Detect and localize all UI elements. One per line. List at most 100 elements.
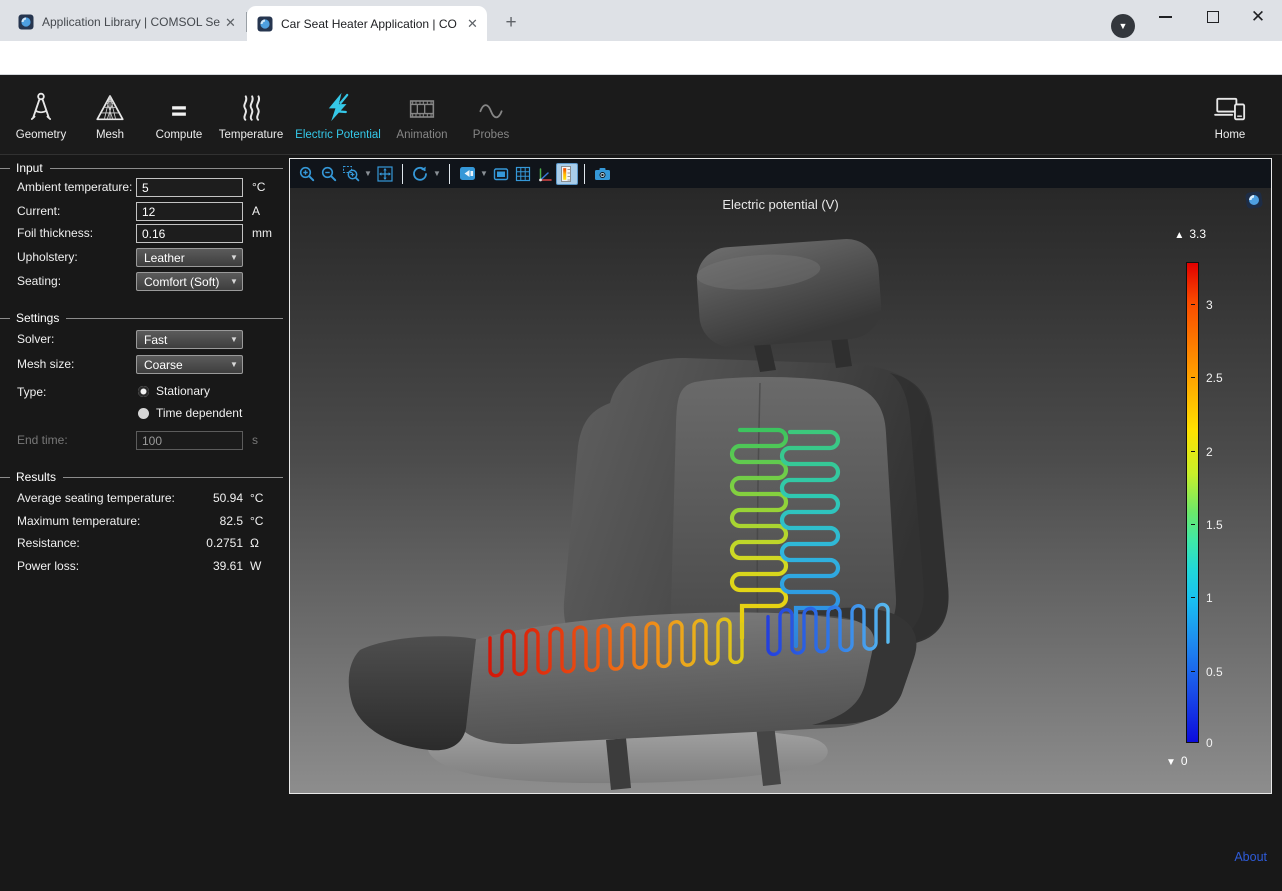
mesh-size-dropdown[interactable]: Coarse ▼ xyxy=(136,355,243,374)
default-view-button[interactable] xyxy=(456,163,478,185)
compute-equals-icon xyxy=(162,95,196,125)
dropdown-value: Comfort (Soft) xyxy=(137,275,226,289)
field-label: Solver: xyxy=(17,332,54,346)
axes-button[interactable] xyxy=(534,163,556,185)
ribbon-label: Home xyxy=(1184,129,1276,141)
end-time-input xyxy=(136,431,243,450)
ribbon-label: Temperature xyxy=(205,129,297,141)
camera-icon xyxy=(593,165,612,183)
section-title: Settings xyxy=(16,311,59,325)
section-title: Results xyxy=(16,470,56,484)
field-label: Seating: xyxy=(17,274,61,288)
radio-time-dependent[interactable]: Time dependent xyxy=(138,405,242,421)
browser-tab-strip: Application Library | COMSOL Se ✕ Car Se… xyxy=(0,0,1282,41)
grid-icon xyxy=(514,165,532,183)
chevron-down-icon: ▼ xyxy=(226,277,242,286)
scene-window-icon xyxy=(492,165,510,183)
field-row-end-time: End time: s xyxy=(0,431,288,450)
zoom-extents-icon xyxy=(376,165,394,183)
ribbon-home-button[interactable]: Home xyxy=(1184,87,1276,141)
result-label: Resistance: xyxy=(17,536,80,550)
field-label: Type: xyxy=(17,385,46,399)
rotate-view-icon xyxy=(411,165,429,183)
upholstery-dropdown[interactable]: Leather ▼ xyxy=(136,248,243,267)
plot-canvas[interactable]: Electric potential (V) xyxy=(290,188,1271,793)
default-view-caret[interactable]: ▼ xyxy=(478,169,490,178)
temperature-waves-icon xyxy=(234,89,268,125)
result-label: Maximum temperature: xyxy=(17,514,140,528)
foil-thickness-input[interactable] xyxy=(136,224,243,243)
colorbar-max-marker: ▲3.3 xyxy=(1158,227,1206,241)
ribbon-temperature-button[interactable]: Temperature xyxy=(205,87,297,141)
result-unit: Ω xyxy=(250,536,259,550)
colorbar-tick: 2 xyxy=(1206,445,1213,459)
reset-view-caret[interactable]: ▼ xyxy=(431,169,443,178)
window-minimize-button[interactable] xyxy=(1150,4,1180,30)
grid-button[interactable] xyxy=(512,163,534,185)
section-title: Input xyxy=(16,161,43,175)
radio-stationary[interactable]: Stationary xyxy=(138,383,210,399)
about-link[interactable]: About xyxy=(1234,850,1267,864)
seating-dropdown[interactable]: Comfort (Soft) ▼ xyxy=(136,272,243,291)
ambient-temperature-input[interactable] xyxy=(136,178,243,197)
dropdown-value: Fast xyxy=(137,333,226,347)
cushion-bolster-left xyxy=(349,636,476,750)
current-input[interactable] xyxy=(136,202,243,221)
color-legend-toggle[interactable] xyxy=(556,163,578,185)
ribbon-label: Probes xyxy=(445,129,537,141)
toolbar-separator xyxy=(584,164,585,184)
toolbar-separator xyxy=(402,164,403,184)
result-value: 50.94 xyxy=(150,491,243,505)
result-row: Average seating temperature: 50.94 °C xyxy=(0,489,288,508)
field-row-seating: Seating: Comfort (Soft) ▼ xyxy=(0,272,288,291)
scene-button[interactable] xyxy=(490,163,512,185)
field-label: Upholstery: xyxy=(17,250,78,264)
reset-view-button[interactable] xyxy=(409,163,431,185)
comsol-favicon-icon xyxy=(18,14,34,30)
tab-close-icon[interactable]: ✕ xyxy=(464,15,481,32)
toolbar-separator xyxy=(449,164,450,184)
colorbar-tick: 1.5 xyxy=(1206,518,1223,532)
tab-search-button[interactable]: ▼ xyxy=(1111,14,1135,38)
ribbon-electric-potential-button[interactable]: Electric Potential xyxy=(292,87,384,141)
tab-close-icon[interactable]: ✕ xyxy=(222,14,239,31)
field-label: Foil thickness: xyxy=(17,226,93,240)
zoom-box-button[interactable] xyxy=(340,163,362,185)
field-label: End time: xyxy=(17,433,68,447)
window-maximize-button[interactable] xyxy=(1198,4,1228,30)
result-unit: °C xyxy=(250,491,263,505)
snapshot-button[interactable] xyxy=(591,163,613,185)
ribbon-probes-button: Probes xyxy=(445,87,537,141)
minimize-icon xyxy=(1159,16,1172,18)
radio-label: Time dependent xyxy=(156,406,242,420)
solver-dropdown[interactable]: Fast ▼ xyxy=(136,330,243,349)
tab-car-seat-heater[interactable]: Car Seat Heater Application | CO ✕ xyxy=(247,6,487,41)
field-unit: s xyxy=(252,433,258,447)
geometry-compass-icon xyxy=(24,89,58,125)
radio-label: Stationary xyxy=(156,384,210,398)
field-label: Ambient temperature: xyxy=(17,180,132,194)
new-tab-button[interactable]: + xyxy=(499,11,523,35)
result-row: Power loss: 39.61 W xyxy=(0,557,288,576)
animation-film-icon xyxy=(404,93,440,125)
dropdown-value: Leather xyxy=(137,251,226,265)
zoom-extents-button[interactable] xyxy=(374,163,396,185)
section-header-settings: Settings xyxy=(0,311,288,325)
maximize-icon xyxy=(1207,11,1219,23)
zoom-in-button[interactable] xyxy=(296,163,318,185)
result-unit: W xyxy=(250,559,261,573)
zoom-in-icon xyxy=(298,165,316,183)
zoom-out-button[interactable] xyxy=(318,163,340,185)
colorbar-min-value: 0 xyxy=(1181,754,1188,768)
colorbar-tick: 2.5 xyxy=(1206,371,1223,385)
field-unit: A xyxy=(252,204,260,218)
window-close-button[interactable]: ✕ xyxy=(1243,4,1273,30)
zoom-box-caret[interactable]: ▼ xyxy=(362,169,374,178)
tab-application-library[interactable]: Application Library | COMSOL Se ✕ xyxy=(8,8,245,36)
tab-title: Car Seat Heater Application | CO xyxy=(281,17,464,31)
graphics-window: ▼ ▼ ▼ xyxy=(289,158,1272,794)
seat-visualization xyxy=(290,188,1271,793)
colorbar-tick: 1 xyxy=(1206,591,1213,605)
min-triangle-icon: ▼ xyxy=(1166,757,1176,768)
field-row-current: Current: A xyxy=(0,202,288,221)
